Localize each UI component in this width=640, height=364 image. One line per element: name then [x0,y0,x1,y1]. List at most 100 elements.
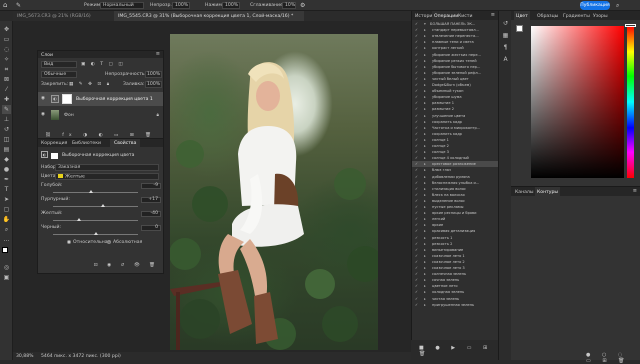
layer-filter-select[interactable]: Вид [41,61,77,68]
action-item[interactable]: ✓ ▸ пригрушенная зелень [412,302,499,308]
hue-slider-marker[interactable] [625,24,636,27]
check-icon[interactable]: ✓ [415,302,418,308]
doc-tab-active[interactable]: IMG_5545.CR3 @ 31% (Выборочная коррекция… [114,11,304,21]
slider-value-yellow[interactable]: -40 [141,211,161,217]
quick-mask-icon[interactable]: ◎ [2,263,11,272]
tab-patterns[interactable]: Узоры [593,14,608,19]
panel-menu-icon[interactable]: ≡ [156,51,160,57]
hand-tool-icon[interactable]: ✋ [2,215,11,224]
stamp-tool-icon[interactable]: ⊥ [2,115,11,124]
tab-color[interactable]: Цвет [514,11,530,20]
eyedropper-tool-icon[interactable]: ⁄ [2,85,11,94]
flow-input[interactable]: 100% [222,2,240,9]
lock-icons[interactable]: ▦ ✎ ✥ ⊡ 🔒︎ [69,81,111,87]
slider-thumb[interactable] [101,204,106,207]
frame-tool-icon[interactable]: ⊠ [2,75,11,84]
layer-mask-thumbnail[interactable] [62,94,72,104]
type-tool-icon[interactable]: T [2,185,11,194]
marquee-tool-icon[interactable]: ▭ [2,35,11,44]
search-icon[interactable]: ⌕ [616,2,619,10]
character-panel-icon[interactable]: A [501,55,510,64]
shape-tool-icon[interactable]: ▢ [2,205,11,214]
more-tools-icon[interactable]: … [2,235,11,244]
doc-tab[interactable]: IMG_5673.CR3 @ 21% (RGB/16) [13,11,113,21]
foreground-swatch[interactable] [516,25,523,32]
radio-relative[interactable] [67,240,71,244]
expand-arrow-icon[interactable]: ▸ [424,302,426,308]
visibility-eye-icon[interactable]: ◉ [41,96,45,101]
paths-footer-icons[interactable]: ● ○ ◌ ▭ ⊞ 🗑︎ [586,352,640,364]
move-tool-icon[interactable]: ✥ [2,25,11,34]
screen-mode-icon[interactable]: ▣ [2,273,11,282]
panel-menu-icon[interactable]: ≡ [491,12,495,18]
gear-icon[interactable]: ⚙ [300,2,305,9]
opacity-input[interactable]: 100% [172,2,190,9]
gradient-tool-icon[interactable]: ▤ [2,145,11,154]
tab-channels[interactable]: Каналы [515,190,533,195]
healing-tool-icon[interactable]: ✚ [2,95,11,104]
foreground-color-swatch[interactable] [2,247,8,253]
path-select-icon[interactable]: ➤ [2,195,11,204]
slider-thumb[interactable] [76,218,81,221]
smoothing-input[interactable]: 10% [282,2,296,9]
mode-select[interactable]: Нормальный [100,2,144,9]
photo-canvas[interactable] [170,34,378,350]
slider-value-black[interactable]: 0 [141,225,161,231]
zoom-tool-icon[interactable]: ⌕ [2,225,11,234]
adjustment-layer-icon: ◐ [51,95,59,103]
layer-name[interactable]: Выборочная коррекция цвета 1 [76,97,153,102]
slider-thumb[interactable] [93,232,98,235]
preset-select[interactable]: Заказная [55,164,159,171]
slider-value-cyan[interactable]: -9 [141,183,161,189]
slider-thumb[interactable] [89,190,94,193]
layers-title[interactable]: Слои [41,53,53,58]
pen-tool-icon[interactable]: ✒ [2,175,11,184]
tab-libraries[interactable]: Библиотеки [72,141,101,146]
home-icon[interactable]: ⌂ [3,1,7,9]
adjustment-title: Выборочная коррекция цвета [62,153,135,158]
tab-adjustments[interactable]: Коррекция [41,141,67,146]
visibility-eye-icon[interactable]: ◉ [41,112,45,117]
history-panel-icon[interactable]: ↺ [501,19,510,28]
tab-gradients[interactable]: Градиенты [563,14,590,19]
saturation-brightness-field[interactable] [531,26,624,178]
tab-actions[interactable]: Операции [432,11,461,20]
zoom-level[interactable]: 30,88% [16,354,34,359]
tab-paths[interactable]: Контуры [535,187,561,196]
properties-footer-icons[interactable]: ⊡ ◉ ↺ 👁︎ 🗑︎ [38,263,163,271]
mask-icon[interactable] [51,153,58,159]
panel-menu-icon[interactable]: ≡ [633,188,637,194]
tab-brushes[interactable]: Кисти [458,14,472,19]
colors-select[interactable]: Желтые [55,173,159,180]
layer-name[interactable]: Фон [64,113,74,118]
paragraph-panel-icon[interactable]: ¶ [501,43,510,52]
filter-icons[interactable]: ▣ ◐ T ▢ ◫ [81,62,125,67]
radio-absolute[interactable] [107,240,111,244]
swatches-panel-icon[interactable]: ▦ [501,31,510,40]
slider-value-magenta[interactable]: +17 [141,197,161,203]
slider-track-yellow[interactable] [53,218,138,221]
layer-fill-input[interactable]: 100% [145,81,162,88]
brush-tool-icon[interactable]: ✎ [16,2,21,9]
lock-icon[interactable]: 🔒︎ [157,112,159,118]
action-controls[interactable]: ■ ● ▶ ▭ ⊞ 🗑︎ [419,345,498,357]
tab-properties[interactable]: Свойства [110,139,141,147]
blur-tool-icon[interactable]: ◆ [2,155,11,164]
tab-swatches[interactable]: Образцы [537,14,558,19]
hue-slider[interactable] [627,26,634,178]
slider-track-black[interactable] [53,232,138,235]
brush-tool-icon[interactable]: ✎ [2,105,11,114]
crop-tool-icon[interactable]: ⌗ [2,65,11,74]
share-button[interactable]: Публикация [580,1,610,10]
layer-opacity-input[interactable]: 100% [145,71,162,78]
quick-select-tool-icon[interactable]: ✧ [2,55,11,64]
layer-row-background[interactable]: ◉ Фон 🔒︎ [38,108,163,122]
eraser-tool-icon[interactable]: ◫ [2,135,11,144]
layer-row-adjustment[interactable]: ◉ ◐ Выборочная коррекция цвета 1 [38,92,163,106]
lasso-tool-icon[interactable]: ◌ [2,45,11,54]
dodge-tool-icon[interactable]: ● [2,165,11,174]
slider-track-magenta[interactable] [53,204,138,207]
blend-mode-select[interactable]: Обычные [41,71,77,78]
slider-track-cyan[interactable] [53,190,138,193]
history-brush-icon[interactable]: ↺ [2,125,11,134]
